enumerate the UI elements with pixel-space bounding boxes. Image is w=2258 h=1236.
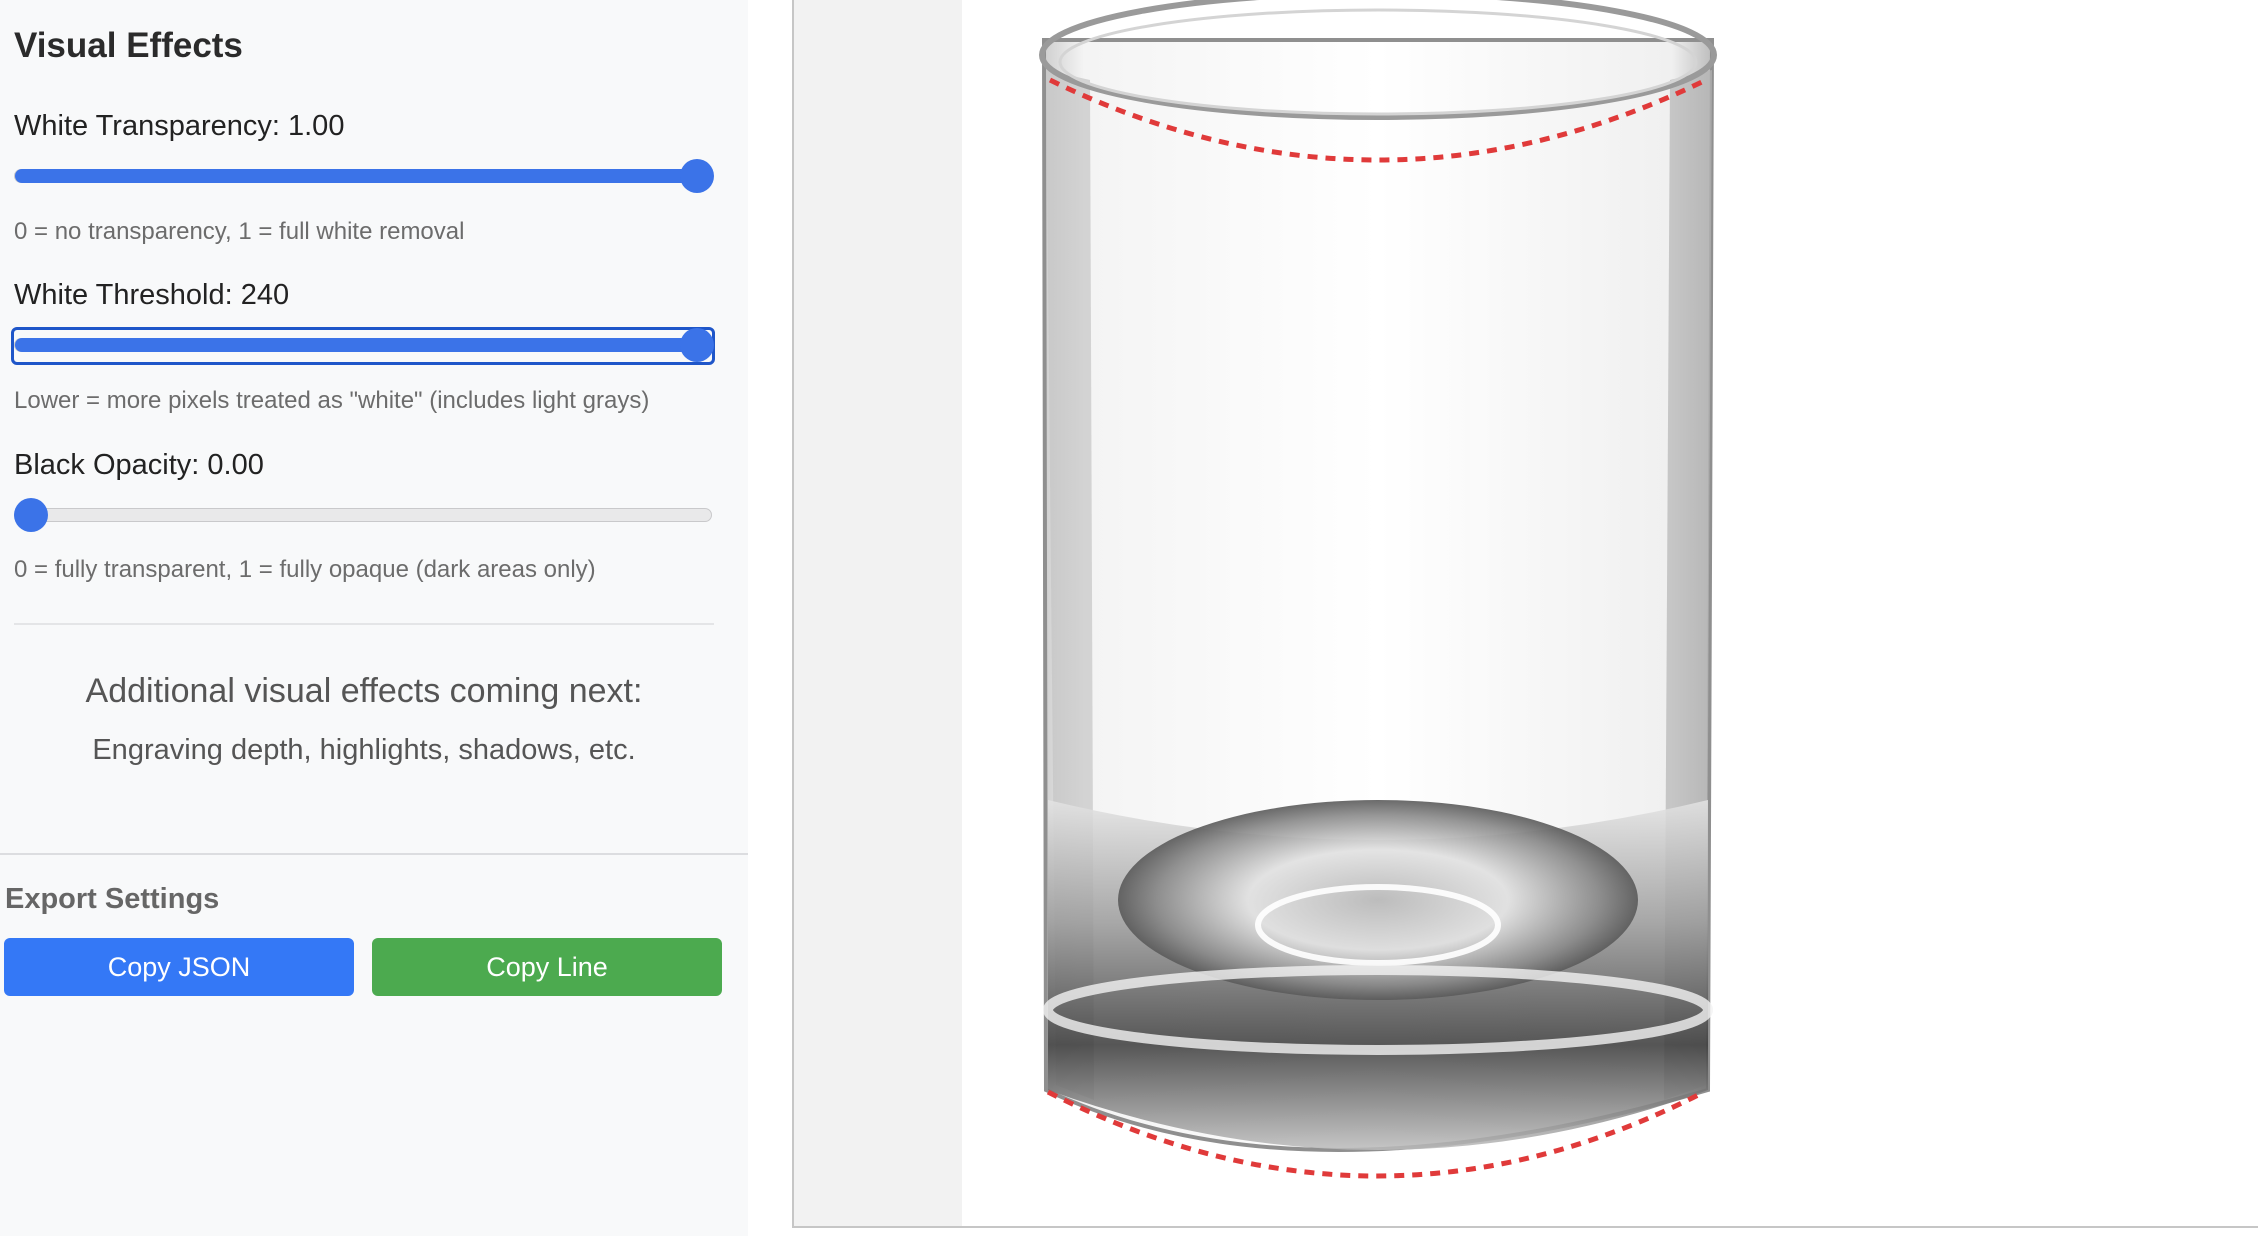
white-transparency-fill xyxy=(15,169,711,183)
section-divider xyxy=(14,623,714,625)
panel-gap xyxy=(748,0,792,1236)
white-transparency-label: White Transparency: 1.00 xyxy=(14,110,345,142)
copy-line-button[interactable]: Copy Line xyxy=(372,938,722,996)
white-transparency-slider[interactable] xyxy=(14,159,714,193)
settings-sidebar: Visual Effects White Transparency: 1.00 … xyxy=(0,0,748,1236)
coming-next-title: Additional visual effects coming next: xyxy=(85,672,643,710)
visual-effects-title: Visual Effects xyxy=(14,26,243,65)
export-divider xyxy=(0,853,748,855)
black-opacity-hint: 0 = fully transparent, 1 = fully opaque … xyxy=(14,556,596,583)
black-opacity-slider[interactable] xyxy=(14,498,712,532)
coming-next-subtitle: Engraving depth, highlights, shadows, et… xyxy=(92,734,636,766)
white-threshold-slider[interactable] xyxy=(14,328,714,362)
black-opacity-thumb[interactable] xyxy=(14,498,48,532)
glass-image xyxy=(1039,0,1717,1179)
white-threshold-label: White Threshold: 240 xyxy=(14,279,290,311)
copy-json-button[interactable]: Copy JSON xyxy=(4,938,354,996)
black-opacity-label: Black Opacity: 0.00 xyxy=(14,449,264,481)
white-transparency-thumb[interactable] xyxy=(680,159,714,193)
white-transparency-hint: 0 = no transparency, 1 = full white remo… xyxy=(14,218,465,245)
white-threshold-fill xyxy=(15,338,711,352)
white-threshold-hint: Lower = more pixels treated as "white" (… xyxy=(14,387,650,414)
white-threshold-thumb[interactable] xyxy=(680,328,714,362)
export-settings-title: Export Settings xyxy=(5,883,220,915)
preview-canvas[interactable] xyxy=(792,0,2258,1228)
